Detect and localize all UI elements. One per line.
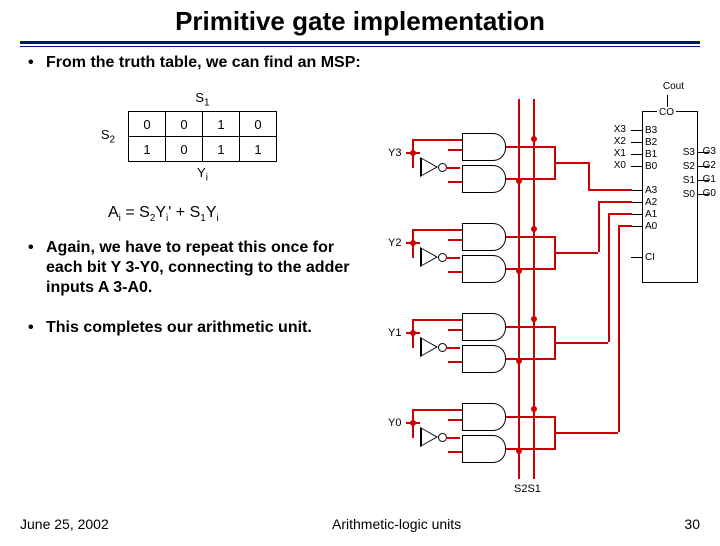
not-gate-icon [420,247,438,267]
kmap-cell-02: 1 [203,112,240,137]
and-gate-top-icon [462,223,506,249]
and-gate-bot-icon [462,165,506,191]
bullet-dot: • [28,53,46,73]
y-label-2: Y1 [388,327,401,339]
ext-x3: X3 [614,124,626,135]
pin-b3: B3 [645,125,657,136]
pin-b2: B2 [645,137,657,148]
ext-g2: G2 [703,160,716,171]
footer-date: June 25, 2002 [20,516,109,532]
pin-a3: A3 [645,185,657,196]
kmap-top-label: S [195,90,204,105]
logic-block-y0: Y0 [388,399,588,469]
kmap-cell-12: 1 [203,137,240,162]
and-gate-bot-icon [462,435,506,461]
eq-y2-sub: i [216,213,218,224]
bullet-dot: • [28,318,46,338]
pin-a1: A1 [645,209,657,220]
logic-block-y2: Y2 [388,219,588,289]
pin-s1: S1 [683,175,695,186]
slide-title: Primitive gate implementation [0,6,720,37]
bullet-3-text: This completes our arithmetic unit. [46,318,312,338]
pin-b0: B0 [645,161,657,172]
not-gate-icon [420,427,438,447]
ext-x2: X2 [614,136,626,147]
pin-s2: S2 [683,161,695,172]
and-gate-top-icon [462,313,506,339]
kmap-left-sub: 2 [110,135,116,146]
kmap-cell-00: 0 [129,112,166,137]
pin-a2: A2 [645,197,657,208]
kmap-left-label: S [101,127,110,142]
bullet-1-text: From the truth table, we can find an MSP… [46,53,361,73]
bullet-dot: • [28,238,46,298]
bullet-2-text: Again, we have to repeat this once for e… [46,238,366,298]
kmap-cell-01: 0 [166,112,203,137]
bullet-1: • From the truth table, we can find an M… [0,47,720,73]
ext-g0: G0 [703,188,716,199]
footer: June 25, 2002 Arithmetic-logic units 30 [20,516,700,532]
cout-label: Cout [663,81,684,92]
eq-y1: Y [155,204,166,221]
kmap-bottom-label: Y [197,165,206,180]
eq-y1-sub: i [166,213,168,224]
s2s1-label: S2S1 [514,483,541,495]
eq-y2: Y [206,204,217,221]
pin-ci: CI [645,252,655,263]
pin-b1: B1 [645,149,657,160]
adder-chip: CO B3B2B1B0A3A2A1A0CIS3S2S1S0 [642,111,698,283]
eq-a: A [108,204,119,221]
not-gate-icon [420,337,438,357]
and-gate-top-icon [462,133,506,159]
circuit-diagram: Cout CO B3B2B1B0A3A2A1A0CIS3S2S1S0 S2S1 … [388,99,698,499]
title-rule-thick [20,41,700,44]
eq-plus: + S [171,204,200,221]
ext-g3: G3 [703,146,716,157]
kmap-top-sub: 1 [204,97,210,108]
y-label-1: Y2 [388,237,401,249]
ext-x0: X0 [614,160,626,171]
footer-page: 30 [684,516,700,532]
and-gate-bot-icon [462,255,506,281]
pin-a0: A0 [645,221,657,232]
chip-co-label: CO [657,107,676,118]
ext-g1: G1 [703,174,716,185]
kmap-cell-03: 0 [240,112,277,137]
footer-center: Arithmetic-logic units [332,516,461,532]
pin-s0: S0 [683,189,695,200]
y-label-3: Y0 [388,417,401,429]
not-gate-icon [420,157,438,177]
and-gate-top-icon [462,403,506,429]
ext-x1: X1 [614,148,626,159]
kmap-bottom-sub: i [206,172,208,183]
logic-block-y1: Y1 [388,309,588,379]
kmap-cell-11: 0 [166,137,203,162]
kmap-cell-13: 1 [240,137,277,162]
logic-block-y3: Y3 [388,129,588,199]
eq-eq: = S [121,204,150,221]
and-gate-bot-icon [462,345,506,371]
y-label-0: Y3 [388,147,401,159]
pin-s3: S3 [683,147,695,158]
kmap-cell-10: 1 [129,137,166,162]
